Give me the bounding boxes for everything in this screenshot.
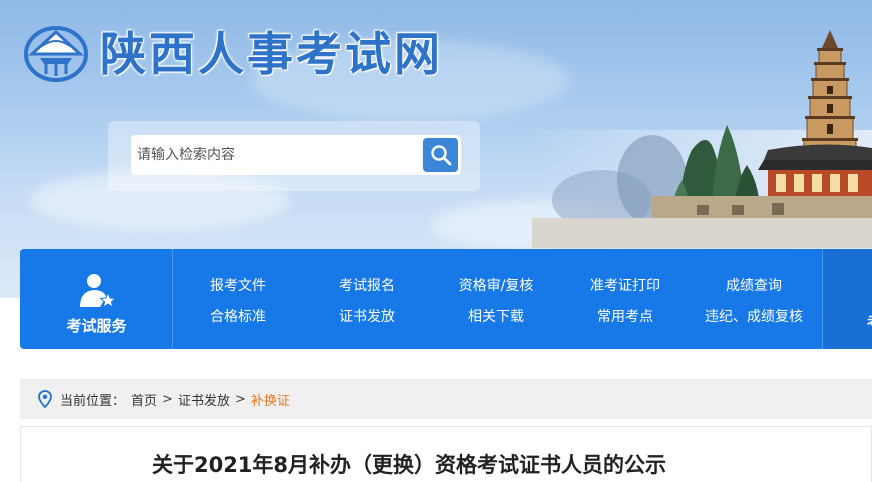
nav-link-qualification-review[interactable]: 资格审/复核 [436,275,556,295]
nav-link-pass-standard[interactable]: 合格标准 [178,306,298,326]
exam-service-label: 考试服务 [66,317,127,335]
nav-link-violation-review[interactable]: 违纪、成绩复核 [694,306,814,326]
exam-service-panel[interactable]: 考试服务 [20,249,173,349]
main-nav: 考试服务 报考文件 考试报名 资格审/复核 准考证打印 成绩查询 合格标准 证书… [20,249,872,349]
nav-right-label: 考 [867,311,872,332]
nav-link-admission-ticket[interactable]: 准考证打印 [565,275,685,295]
search-input[interactable] [131,135,421,175]
search-button[interactable] [423,138,458,172]
breadcrumb-prefix: 当前位置： [60,393,126,409]
breadcrumb-current[interactable]: 补换证 [251,390,290,409]
nav-link-score-query[interactable]: 成绩查询 [694,275,814,295]
site-logo-icon [24,26,88,82]
breadcrumb: 当前位置： 首页 > 证书发放 > 补换证 [20,379,872,419]
location-pin-icon [38,390,52,408]
search-icon [430,145,451,166]
nav-right-panel[interactable]: 考 [822,249,872,349]
nav-link-registration[interactable]: 考试报名 [307,275,427,295]
nav-link-exam-sites[interactable]: 常用考点 [565,306,685,326]
breadcrumb-separator: > [162,391,173,407]
article-title: 关于2021年8月补办（更换）资格考试证书人员的公示 [151,453,667,477]
article-panel: 关于2021年8月补办（更换）资格考试证书人员的公示 [20,426,872,482]
nav-link-exam-docs[interactable]: 报考文件 [178,275,298,295]
nav-link-downloads[interactable]: 相关下载 [436,306,556,326]
user-star-icon [80,274,116,309]
search-button-wrapper [421,135,461,175]
breadcrumb-home-link[interactable]: 首页 [131,390,157,409]
breadcrumb-separator: > [234,391,246,407]
breadcrumb-certificate-link[interactable]: 证书发放 [178,390,230,409]
site-title[interactable]: 陕西人事考试网 [100,18,443,84]
nav-link-certificate-issue[interactable]: 证书发放 [307,306,427,326]
